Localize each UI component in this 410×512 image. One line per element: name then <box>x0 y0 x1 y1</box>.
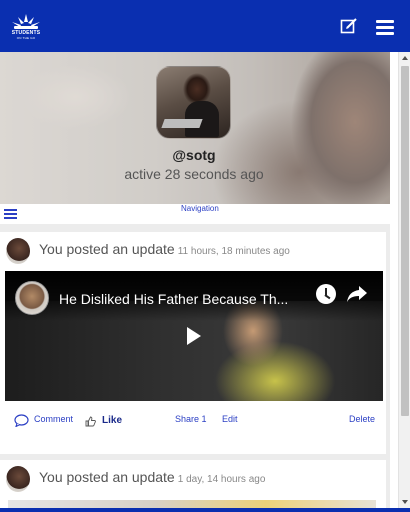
compose-icon <box>340 18 357 34</box>
edit-button[interactable]: Edit <box>222 414 238 424</box>
profile-avatar[interactable] <box>156 66 231 139</box>
compose-button[interactable] <box>340 17 358 35</box>
embedded-video[interactable]: He Disliked His Father Because Th... <box>5 271 383 401</box>
navigation-menu-icon[interactable] <box>4 209 18 219</box>
top-bar: STUDENTS ON THE GO <box>0 0 410 52</box>
post-header: You posted an update 11 hours, 18 minutes… <box>39 241 290 257</box>
scroll-down-arrow-icon[interactable] <box>402 500 408 504</box>
post-action-text: You posted an update <box>39 241 175 257</box>
scrollbar-thumb[interactable] <box>401 66 409 416</box>
watch-later-icon[interactable] <box>316 284 336 304</box>
comment-icon[interactable] <box>14 414 29 427</box>
post-author-avatar[interactable] <box>6 466 30 492</box>
scroll-up-arrow-icon[interactable] <box>402 56 408 60</box>
share-button[interactable]: Share 1 <box>175 414 207 424</box>
navigation-bar: Navigation <box>0 204 390 224</box>
post-timestamp[interactable]: 11 hours, 18 minutes ago <box>178 246 290 257</box>
share-icon[interactable] <box>346 284 368 304</box>
students-on-the-go-logo[interactable]: STUDENTS ON THE GO <box>6 12 46 42</box>
activity-post: You posted an update 11 hours, 18 minutes… <box>0 232 386 454</box>
navigation-label[interactable]: Navigation <box>181 204 219 213</box>
activity-post: You posted an update 1 day, 14 hours ago <box>0 460 386 512</box>
profile-activity-status: active 28 seconds ago <box>124 166 264 182</box>
thumbs-up-icon[interactable] <box>85 416 96 427</box>
play-icon[interactable] <box>187 327 201 345</box>
like-button[interactable]: Like <box>102 415 122 426</box>
post-action-text: You posted an update <box>39 469 175 485</box>
delete-button[interactable]: Delete <box>349 414 375 424</box>
menu-button[interactable] <box>376 20 396 35</box>
post-header: You posted an update 1 day, 14 hours ago <box>39 469 265 485</box>
video-title[interactable]: He Disliked His Father Because Th... <box>59 291 314 307</box>
post-author-avatar[interactable] <box>6 238 30 264</box>
post-actions: Comment Like Share 1 Edit Delete <box>0 410 386 430</box>
page-scrollbar[interactable] <box>398 52 410 512</box>
hamburger-menu-icon <box>376 20 394 23</box>
comment-button[interactable]: Comment <box>34 414 73 424</box>
profile-cover: @sotg active 28 seconds ago <box>0 52 390 204</box>
activity-feed: You posted an update 11 hours, 18 minutes… <box>0 224 390 512</box>
bottom-edge <box>0 508 410 512</box>
post-timestamp[interactable]: 1 day, 14 hours ago <box>178 474 266 485</box>
logo-subtext: ON THE GO <box>16 36 36 40</box>
profile-username: @sotg <box>172 147 216 163</box>
sun-burst-logo-icon <box>12 14 40 29</box>
video-channel-avatar[interactable] <box>15 281 49 315</box>
